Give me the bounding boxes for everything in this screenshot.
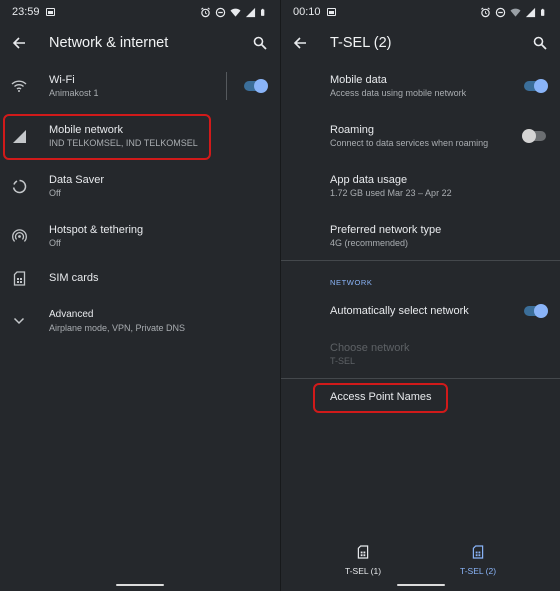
page-title: Network & internet xyxy=(49,35,169,51)
toggle-knob xyxy=(522,129,536,143)
wifi-status-icon xyxy=(510,8,521,17)
sim-tab-bar: T-SEL (1) T-SEL (2) xyxy=(281,533,560,591)
mobile-data-item[interactable]: Mobile data Access data using mobile net… xyxy=(281,61,560,111)
app-bar: T-SEL (2) xyxy=(281,24,560,62)
battery-icon xyxy=(541,8,545,16)
wifi-subtitle: Animakost 1 xyxy=(49,88,99,98)
tab-sim-2-label: T-SEL (2) xyxy=(459,566,497,576)
home-indicator[interactable] xyxy=(116,584,164,586)
tab-sim-1-label: T-SEL (1) xyxy=(344,566,382,576)
search-icon xyxy=(253,36,267,50)
home-indicator[interactable] xyxy=(396,584,445,586)
vertical-separator xyxy=(226,72,227,100)
app-data-usage-subtitle: 1.72 GB used Mar 23 – Apr 22 xyxy=(330,188,452,198)
hotspot-icon xyxy=(11,228,27,242)
advanced-title: Advanced xyxy=(49,309,94,320)
search-button[interactable] xyxy=(250,33,270,53)
roaming-item[interactable]: Roaming Connect to data services when ro… xyxy=(281,111,560,161)
roaming-title: Roaming xyxy=(330,124,375,136)
wifi-status-icon xyxy=(230,8,241,17)
dnd-icon xyxy=(495,7,506,17)
apn-highlight xyxy=(313,383,448,413)
preferred-network-type-subtitle: 4G (recommended) xyxy=(330,238,409,248)
auto-select-network-toggle[interactable] xyxy=(524,304,548,318)
toggle-knob xyxy=(254,79,268,93)
mobile-network-highlight xyxy=(3,114,211,160)
sim-card-icon xyxy=(472,545,484,559)
arrow-back-icon xyxy=(293,37,306,49)
app-data-usage-title: App data usage xyxy=(330,174,408,186)
tab-sim-2[interactable]: T-SEL (2) xyxy=(433,545,523,576)
advanced-subtitle: Airplane mode, VPN, Private DNS xyxy=(49,323,186,333)
wifi-toggle[interactable] xyxy=(244,79,268,93)
dnd-icon xyxy=(215,7,226,17)
battery-icon xyxy=(261,8,265,16)
mobile-data-title: Mobile data xyxy=(330,74,387,86)
status-bar: 00:10 xyxy=(281,0,560,24)
divider xyxy=(281,260,560,261)
advanced-item[interactable]: Advanced Airplane mode, VPN, Private DNS xyxy=(0,296,280,346)
data-saver-icon xyxy=(12,179,26,193)
mobile-data-subtitle: Access data using mobile network xyxy=(330,88,467,98)
chevron-down-icon xyxy=(13,317,25,325)
signal-status-icon xyxy=(525,7,536,17)
status-time: 00:10 xyxy=(293,6,321,18)
choose-network-title: Choose network xyxy=(330,342,410,354)
app-bar: Network & internet xyxy=(0,24,280,62)
roaming-toggle[interactable] xyxy=(522,129,546,143)
app-data-usage-item[interactable]: App data usage 1.72 GB used Mar 23 – Apr… xyxy=(281,161,560,211)
status-time: 23:59 xyxy=(12,6,40,18)
search-icon xyxy=(533,36,547,50)
arrow-back-icon xyxy=(12,37,25,49)
page-title: T-SEL (2) xyxy=(330,35,392,51)
sim-card-icon xyxy=(357,545,369,559)
choose-network-subtitle: T-SEL xyxy=(330,356,356,366)
auto-select-network-title: Automatically select network xyxy=(330,305,469,317)
tab-sim-1[interactable]: T-SEL (1) xyxy=(318,545,408,576)
data-saver-item[interactable]: Data Saver Off xyxy=(0,161,280,211)
image-notification-icon xyxy=(45,8,55,16)
sim-card-icon xyxy=(13,270,25,286)
wifi-icon xyxy=(11,80,27,92)
wifi-item[interactable]: Wi-Fi Animakost 1 xyxy=(0,61,280,111)
hotspot-subtitle: Off xyxy=(49,238,61,248)
signal-status-icon xyxy=(245,7,256,17)
roaming-subtitle: Connect to data services when roaming xyxy=(330,138,489,148)
alarm-icon xyxy=(201,6,210,17)
wifi-title: Wi-Fi xyxy=(49,74,75,86)
back-button[interactable] xyxy=(8,32,30,54)
data-saver-subtitle: Off xyxy=(49,188,61,198)
toggle-knob xyxy=(534,304,548,318)
toggle-knob xyxy=(534,79,548,93)
mobile-data-toggle[interactable] xyxy=(524,79,548,93)
network-internet-screen: 23:59 Network & internet Wi-Fi Animakost… xyxy=(0,0,280,591)
sim-settings-screen: 00:10 T-SEL (2) Mobile data Access data … xyxy=(280,0,560,591)
image-notification-icon xyxy=(326,8,336,16)
sim-cards-title: SIM cards xyxy=(49,272,99,284)
data-saver-title: Data Saver xyxy=(49,174,105,186)
preferred-network-type-title: Preferred network type xyxy=(330,224,442,236)
hotspot-title: Hotspot & tethering xyxy=(49,224,144,236)
back-button[interactable] xyxy=(289,32,311,54)
search-button[interactable] xyxy=(530,33,550,53)
preferred-network-type-item[interactable]: Preferred network type 4G (recommended) xyxy=(281,211,560,261)
status-bar: 23:59 xyxy=(0,0,280,24)
alarm-icon xyxy=(481,6,490,17)
